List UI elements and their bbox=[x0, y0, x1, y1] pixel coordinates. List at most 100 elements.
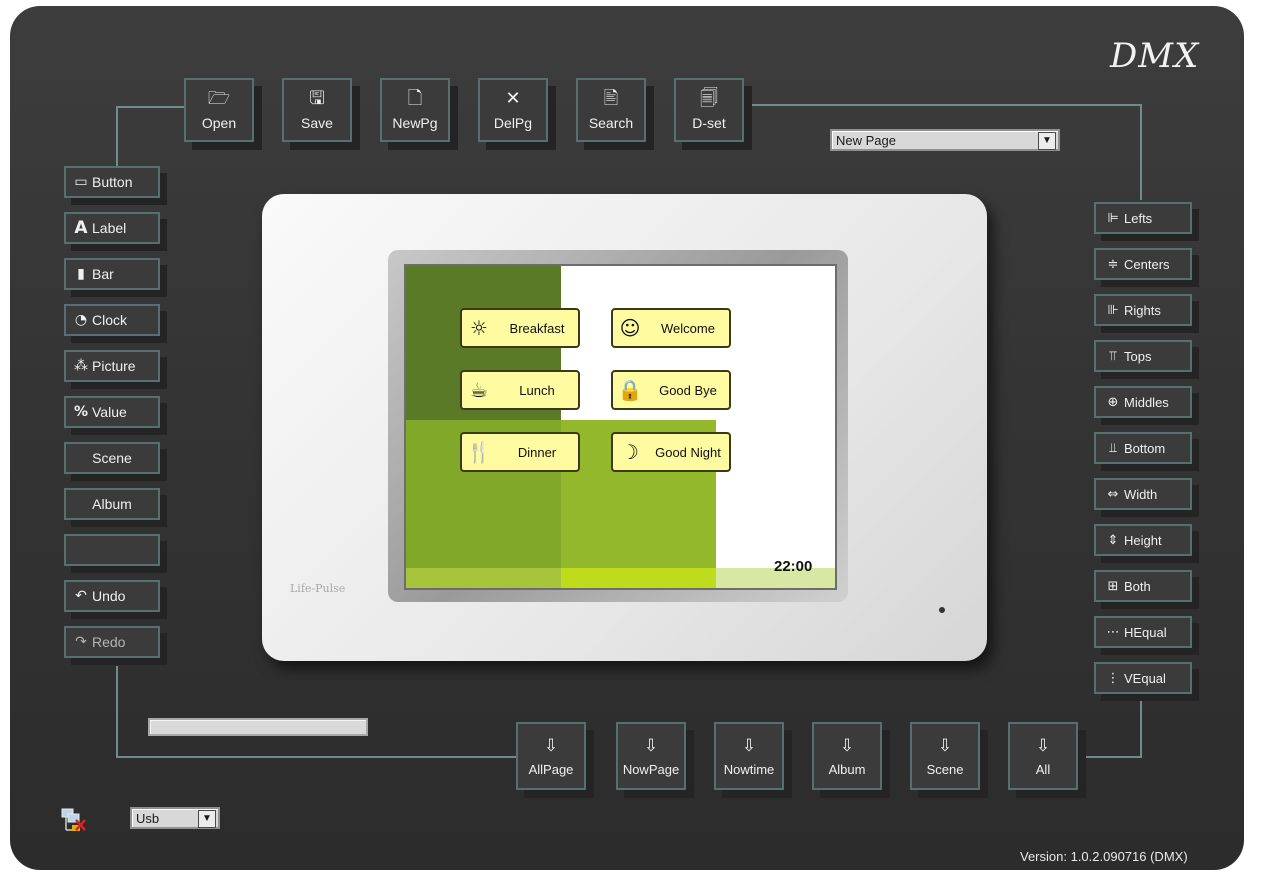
device-settings-label: D-set bbox=[692, 115, 726, 131]
redo-button[interactable]: ↷ Redo bbox=[64, 626, 160, 658]
clock-tool-label: Clock bbox=[92, 312, 128, 328]
breakfast-label: Breakfast bbox=[509, 320, 565, 336]
connector-line bbox=[1140, 104, 1142, 200]
label-icon: A bbox=[74, 218, 88, 238]
align-lefts-label: Lefts bbox=[1124, 210, 1153, 226]
screen-clock: 22:00 bbox=[774, 558, 813, 575]
same-width-button[interactable]: ⇔ Width bbox=[1094, 478, 1192, 510]
align-lefts-button[interactable]: ⊫ Lefts bbox=[1094, 202, 1192, 234]
same-size-icon: ⊞ bbox=[1107, 578, 1119, 594]
align-centers-icon: ≑ bbox=[1107, 256, 1119, 272]
good-bye-label: Good Bye bbox=[659, 382, 717, 398]
dinner-scene-button[interactable]: 🍴 Dinner bbox=[460, 432, 580, 472]
transfer-progress-bar bbox=[148, 718, 368, 736]
dinner-label: Dinner bbox=[517, 444, 557, 460]
download-icon: ⇩ bbox=[937, 735, 953, 756]
button-tool-label: Button bbox=[92, 174, 133, 190]
album-tool-label: Album bbox=[92, 496, 132, 512]
fork-knife-icon: 🍴 bbox=[466, 440, 492, 464]
download-nowpage-button[interactable]: ⇩ NowPage bbox=[616, 722, 686, 790]
label-tool-label: Label bbox=[92, 220, 127, 236]
connector-line bbox=[116, 666, 118, 756]
value-tool-label: Value bbox=[92, 404, 127, 420]
album-tool[interactable]: Album bbox=[64, 488, 160, 520]
cup-icon: ☕ bbox=[470, 378, 488, 402]
button-tool[interactable]: ▭ Button bbox=[64, 166, 160, 198]
download-scene-label: Scene bbox=[926, 761, 964, 777]
vertical-equal-label: VEqual bbox=[1124, 670, 1166, 686]
align-middles-button[interactable]: ⊕ Middles bbox=[1094, 386, 1192, 418]
vertical-equal-button[interactable]: ⋮ VEqual bbox=[1094, 662, 1192, 694]
download-all-button[interactable]: ⇩ All bbox=[1008, 722, 1078, 790]
connector-line bbox=[1080, 756, 1142, 758]
save-button[interactable]: 🖫 Save bbox=[282, 78, 352, 142]
chevron-down-icon[interactable]: ▼ bbox=[1038, 132, 1056, 150]
search-button[interactable]: 🖹 Search bbox=[576, 78, 646, 142]
align-middles-icon: ⊕ bbox=[1107, 394, 1119, 410]
undo-button[interactable]: ↶ Undo bbox=[64, 580, 160, 612]
device-settings-icon: 🗐 bbox=[700, 88, 718, 109]
align-lefts-icon: ⊫ bbox=[1107, 210, 1119, 226]
align-rights-label: Rights bbox=[1124, 302, 1161, 318]
undo-icon: ↶ bbox=[75, 588, 87, 604]
download-scene-button[interactable]: ⇩ Scene bbox=[910, 722, 980, 790]
welcome-label: Welcome bbox=[661, 320, 715, 336]
delete-page-button[interactable]: ✕ DelPg bbox=[478, 78, 548, 142]
blank-tool[interactable] bbox=[64, 534, 160, 566]
vertical-spacing-icon: ⋮ bbox=[1106, 670, 1120, 686]
same-size-label: Both bbox=[1124, 578, 1151, 594]
download-icon: ⇩ bbox=[839, 735, 855, 756]
same-width-label: Width bbox=[1124, 486, 1158, 502]
same-size-button[interactable]: ⊞ Both bbox=[1094, 570, 1192, 602]
align-rights-button[interactable]: ⊪ Rights bbox=[1094, 294, 1192, 326]
good-bye-scene-button[interactable]: 🔒 Good Bye bbox=[611, 370, 731, 410]
bar-tool-label: Bar bbox=[92, 266, 114, 282]
same-height-button[interactable]: ⇕ Height bbox=[1094, 524, 1192, 556]
lock-icon: 🔒 bbox=[617, 378, 643, 402]
bar-tool[interactable]: ▮ Bar bbox=[64, 258, 160, 290]
moon-icon: ☽ bbox=[621, 440, 639, 464]
download-nowtime-button[interactable]: ⇩ Nowtime bbox=[714, 722, 784, 790]
button-icon: ▭ bbox=[74, 174, 88, 190]
lunch-scene-button[interactable]: ☕ Lunch bbox=[460, 370, 580, 410]
align-centers-button[interactable]: ≑ Centers bbox=[1094, 248, 1192, 280]
horizontal-equal-button[interactable]: ⋯ HEqual bbox=[1094, 616, 1192, 648]
port-select-value: Usb bbox=[136, 811, 160, 826]
picture-tool[interactable]: ⁂ Picture bbox=[64, 350, 160, 382]
download-icon: ⇩ bbox=[1035, 735, 1051, 756]
device-screen: ☼ Breakfast ☺ Welcome ☕ Lunch 🔒 Good Bye… bbox=[404, 264, 837, 590]
align-tops-icon: ⫪ bbox=[1109, 348, 1117, 364]
welcome-scene-button[interactable]: ☺ Welcome bbox=[611, 308, 731, 348]
download-icon: ⇩ bbox=[741, 735, 757, 756]
label-tool[interactable]: A Label bbox=[64, 212, 160, 244]
value-tool[interactable]: % Value bbox=[64, 396, 160, 428]
page-select[interactable]: New Page ▼ bbox=[830, 129, 1060, 151]
scene-tool-label: Scene bbox=[92, 450, 132, 466]
open-label: Open bbox=[201, 115, 237, 131]
new-page-label: NewPg bbox=[392, 115, 438, 131]
connector-line bbox=[1140, 696, 1142, 756]
breakfast-scene-button[interactable]: ☼ Breakfast bbox=[460, 308, 580, 348]
good-night-scene-button[interactable]: ☽ Good Night bbox=[611, 432, 731, 472]
clock-tool[interactable]: ◔ Clock bbox=[64, 304, 160, 336]
new-page-button[interactable]: 🗋 NewPg bbox=[380, 78, 450, 142]
port-select[interactable]: Usb ▼ bbox=[130, 807, 220, 829]
same-height-label: Height bbox=[1124, 532, 1162, 548]
scene-tool[interactable]: Scene bbox=[64, 442, 160, 474]
align-tops-label: Tops bbox=[1124, 348, 1152, 364]
align-tops-button[interactable]: ⫪ Tops bbox=[1094, 340, 1192, 372]
save-icon: 🖫 bbox=[309, 88, 325, 109]
device-settings-button[interactable]: 🗐 D-set bbox=[674, 78, 744, 142]
sun-icon: ☼ bbox=[470, 316, 488, 340]
redo-label: Redo bbox=[92, 634, 126, 650]
download-album-button[interactable]: ⇩ Album bbox=[812, 722, 882, 790]
chevron-down-icon[interactable]: ▼ bbox=[198, 810, 216, 828]
download-icon: ⇩ bbox=[543, 735, 559, 756]
open-button[interactable]: 🗁 Open bbox=[184, 78, 254, 142]
align-bottom-button[interactable]: ⫫ Bottom bbox=[1094, 432, 1192, 464]
dmx-editor-window: DMX 🗁 Open 🖫 Save 🗋 NewPg ✕ DelPg 🖹 Sear… bbox=[10, 6, 1244, 870]
clock-icon: ◔ bbox=[74, 312, 88, 328]
download-allpage-button[interactable]: ⇩ AllPage bbox=[516, 722, 586, 790]
smiley-icon: ☺ bbox=[619, 316, 641, 340]
download-nowpage-label: NowPage bbox=[622, 761, 680, 777]
